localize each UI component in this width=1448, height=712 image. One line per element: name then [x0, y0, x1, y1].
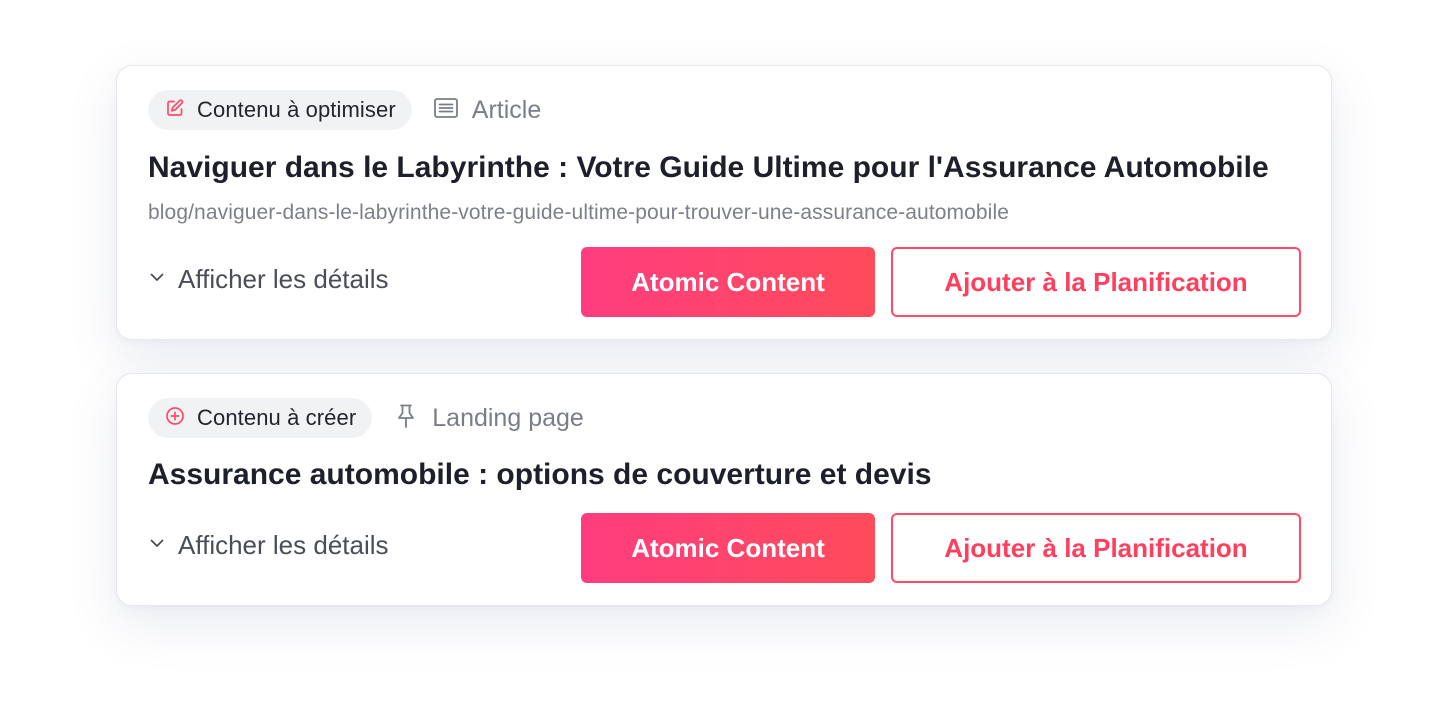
content-type-label: Landing page: [432, 403, 584, 432]
plus-circle-icon: [165, 406, 197, 431]
edit-icon: [165, 98, 197, 123]
card-meta: Contenu à optimiser Article: [148, 89, 541, 131]
add-to-schedule-button[interactable]: Ajouter à la Planification: [891, 513, 1301, 583]
status-label: Contenu à optimiser: [197, 97, 396, 122]
pin-icon: [392, 402, 432, 435]
content-card: Contenu à optimiser Article Naviguer dan…: [116, 65, 1332, 340]
card-meta: Contenu à créer Landing page: [148, 397, 584, 439]
show-details-label: Afficher les détails: [178, 264, 389, 294]
content-type-label: Article: [471, 95, 542, 124]
article-icon: [432, 94, 472, 127]
content-url: blog/naviguer-dans-le-labyrinthe-votre-g…: [148, 201, 1009, 224]
content-title: Naviguer dans le Labyrinthe : Votre Guid…: [148, 151, 1269, 184]
content-card: Contenu à créer Landing page Assurance a…: [116, 373, 1332, 606]
status-chip: Contenu à créer: [148, 398, 373, 438]
show-details-toggle[interactable]: Afficher les détails: [148, 530, 389, 561]
chevron-down-icon: [148, 534, 178, 557]
show-details-label: Afficher les détails: [178, 530, 389, 560]
atomic-content-button[interactable]: Atomic Content: [581, 513, 875, 583]
atomic-content-button[interactable]: Atomic Content: [581, 247, 875, 317]
content-type: Article: [432, 94, 541, 127]
show-details-toggle[interactable]: Afficher les détails: [148, 264, 389, 295]
content-title: Assurance automobile : options de couver…: [148, 458, 932, 491]
status-chip: Contenu à optimiser: [148, 90, 412, 130]
chevron-down-icon: [148, 268, 178, 291]
add-to-schedule-button[interactable]: Ajouter à la Planification: [891, 247, 1301, 317]
status-label: Contenu à créer: [197, 405, 357, 430]
content-type: Landing page: [392, 402, 584, 435]
